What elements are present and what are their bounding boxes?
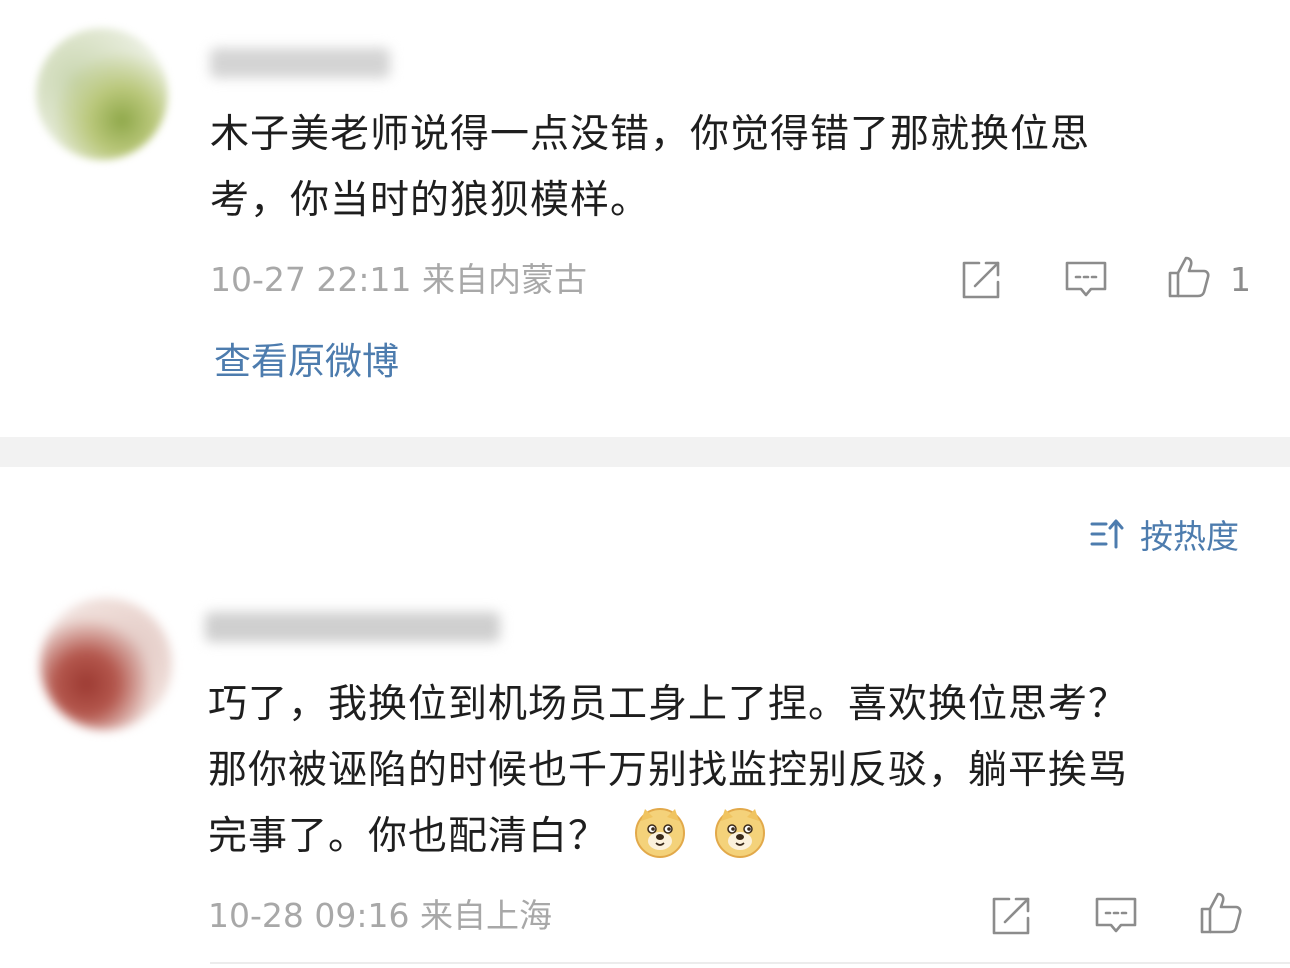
sort-label: 按热度 xyxy=(1140,517,1239,556)
comment-text-segment: 完事了。你也配清白？ xyxy=(208,814,609,859)
doge-emoji-icon xyxy=(633,805,687,859)
avatar[interactable] xyxy=(36,28,168,160)
comment-meta: 10-28 09:16 来自上海 xyxy=(208,896,552,935)
section-divider xyxy=(0,437,1290,467)
like-count: 1 xyxy=(1230,260,1251,299)
comment-text-line: 考，你当时的狼狈模样。 xyxy=(210,178,651,223)
share-icon[interactable] xyxy=(988,893,1034,939)
comment-text: 木子美老师说得一点没错，你觉得错了那就换位思 考，你当时的狼狈模样。 xyxy=(210,102,1090,234)
comment-text-line: 那你被诬陷的时候也千万别找监控别反驳，躺平挨骂 xyxy=(208,748,1129,793)
view-original-link[interactable]: 查看原微博 xyxy=(214,340,399,384)
comment-text-line: 完事了。你也配清白？ xyxy=(208,804,1128,870)
avatar[interactable] xyxy=(40,598,172,730)
share-icon[interactable] xyxy=(958,257,1004,303)
comment-icon[interactable] xyxy=(1063,257,1109,303)
comment-icon[interactable] xyxy=(1093,893,1139,939)
comment-meta: 10-27 22:11 来自内蒙古 xyxy=(210,260,587,299)
comment-text: 巧了，我换位到机场员工身上了捏。喜欢换位思考？ 那你被诬陷的时候也千万别找监控别… xyxy=(208,672,1128,870)
username[interactable] xyxy=(205,612,500,642)
sort-by-hot-button[interactable]: 按热度 xyxy=(1088,512,1239,556)
comment-text-line: 木子美老师说得一点没错，你觉得错了那就换位思 xyxy=(210,112,1091,157)
doge-emoji-icon xyxy=(713,805,767,859)
thumbs-up-icon[interactable] xyxy=(1166,254,1212,300)
row-divider xyxy=(210,962,1290,964)
comment-text-line: 巧了，我换位到机场员工身上了捏。喜欢换位思考？ xyxy=(208,682,1129,727)
thumbs-up-icon[interactable] xyxy=(1198,890,1244,936)
username[interactable] xyxy=(210,48,390,78)
sort-icon xyxy=(1088,514,1140,554)
